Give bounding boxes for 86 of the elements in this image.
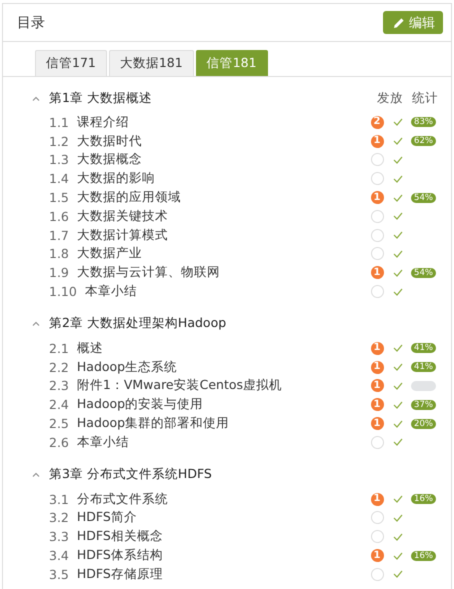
section-title[interactable]: 大数据概念 (76, 151, 365, 168)
section-title[interactable]: 本章小结 (76, 434, 365, 451)
section-title[interactable]: 大数据关键技术 (76, 208, 365, 225)
percent-pill: 16% (411, 494, 436, 504)
percent-pill: 83% (411, 117, 436, 128)
count-badge: 1 (370, 266, 384, 280)
count-badge: 1 (370, 549, 384, 562)
panel-title: 目录 (17, 14, 45, 32)
count-badge: 1 (370, 342, 384, 355)
section-number: 3.5 (49, 566, 69, 582)
section-title[interactable]: Hadoop生态系统 (76, 358, 365, 376)
section-title[interactable]: Hadoop集群的部署和使用 (76, 415, 365, 432)
percent-pill: 41% (411, 362, 436, 372)
section-number: 1.4 (49, 171, 69, 186)
section-number: 1.7 (49, 228, 69, 243)
empty-circle-icon (370, 436, 384, 449)
column-header: 统计 (412, 90, 438, 107)
empty-circle-icon (370, 228, 384, 242)
empty-circle-icon (370, 247, 384, 260)
count-badge: 1 (370, 191, 384, 204)
percent-pill: 62% (411, 136, 436, 146)
section-title[interactable]: 大数据与云计算、物联网 (76, 264, 365, 282)
section-title[interactable]: HDFS存储原理 (76, 566, 365, 583)
section-number: 1.6 (49, 208, 69, 224)
section-title[interactable]: 大数据产业 (76, 245, 365, 262)
section-number: 2.2 (49, 360, 69, 375)
section-number: 3.1 (49, 492, 69, 507)
section-number: 1.3 (49, 152, 69, 168)
count-badge: 1 (370, 417, 384, 430)
section-number: 1.8 (49, 246, 69, 262)
empty-circle-icon (370, 285, 384, 298)
section-number: 1.9 (49, 265, 69, 280)
chapter-title[interactable]: 第3章 分布式文件系统HDFS (49, 466, 212, 484)
section-number: 3.4 (49, 548, 69, 564)
class-tab[interactable]: 大数据181 (108, 50, 194, 76)
count-badge: 1 (370, 379, 384, 392)
section-title[interactable]: 分布式文件系统 (76, 490, 365, 508)
count-badge: 1 (370, 492, 384, 506)
count-badge: 1 (370, 398, 384, 412)
count-badge: 1 (370, 360, 384, 374)
percent-pill: 54% (411, 192, 436, 203)
empty-circle-icon (370, 172, 384, 186)
section-title[interactable]: HDFS体系结构 (76, 547, 365, 564)
caret-icon[interactable] (32, 96, 40, 100)
caret-icon[interactable] (32, 472, 40, 478)
percent-pill: 20% (411, 418, 436, 429)
section-number: 2.1 (49, 340, 69, 356)
chapter-title[interactable]: 第1章 大数据概述 (49, 90, 152, 106)
section-number: 2.4 (49, 397, 69, 412)
count-badge: 2 (370, 116, 384, 129)
section-title[interactable]: HDFS简介 (76, 509, 365, 526)
section-title[interactable]: 大数据的应用领域 (76, 189, 365, 206)
section-number: 1.5 (49, 190, 69, 206)
section-title[interactable]: Hadoop的安装与使用 (76, 396, 365, 414)
percent-pill: 41% (411, 343, 436, 354)
section-number: 2.5 (49, 416, 69, 432)
empty-circle-icon (370, 210, 384, 223)
empty-circle-icon (370, 511, 384, 524)
section-title[interactable]: 大数据计算模式 (76, 226, 365, 244)
section-title[interactable]: 概述 (76, 340, 365, 357)
section-title[interactable]: 附件1：VMware安装Centos虚拟机 (76, 377, 365, 394)
count-badge: 1 (370, 134, 384, 148)
percent-pill: 16% (411, 550, 436, 561)
caret-icon[interactable] (32, 321, 40, 326)
section-number: 2.6 (49, 434, 69, 450)
section-title[interactable]: HDFS相关概念 (76, 528, 365, 546)
percent-pill: 54% (411, 268, 436, 278)
empty-circle-icon (370, 530, 384, 544)
empty-circle-icon (370, 568, 384, 581)
section-number: 2.3 (49, 378, 69, 394)
chapter-title[interactable]: 第2章 大数据处理架构Hadoop (49, 315, 226, 332)
section-number: 1.1 (49, 114, 69, 130)
empty-progress-pill (411, 380, 436, 391)
section-title[interactable]: 课程介绍 (76, 114, 365, 131)
section-number: 3.3 (49, 529, 69, 544)
class-tab[interactable]: 信管171 (35, 50, 107, 76)
section-title[interactable]: 本章小结 (84, 283, 365, 300)
pencil-icon (393, 16, 405, 28)
section-number: 1.2 (49, 134, 69, 149)
section-number: 1.10 (49, 284, 77, 300)
section-title[interactable]: 大数据时代 (76, 132, 365, 150)
empty-circle-icon (370, 153, 384, 166)
column-header: 发放 (377, 90, 403, 107)
percent-pill: 37% (411, 400, 436, 410)
section-title[interactable]: 大数据的影响 (76, 170, 365, 188)
section-number: 3.2 (49, 510, 69, 526)
